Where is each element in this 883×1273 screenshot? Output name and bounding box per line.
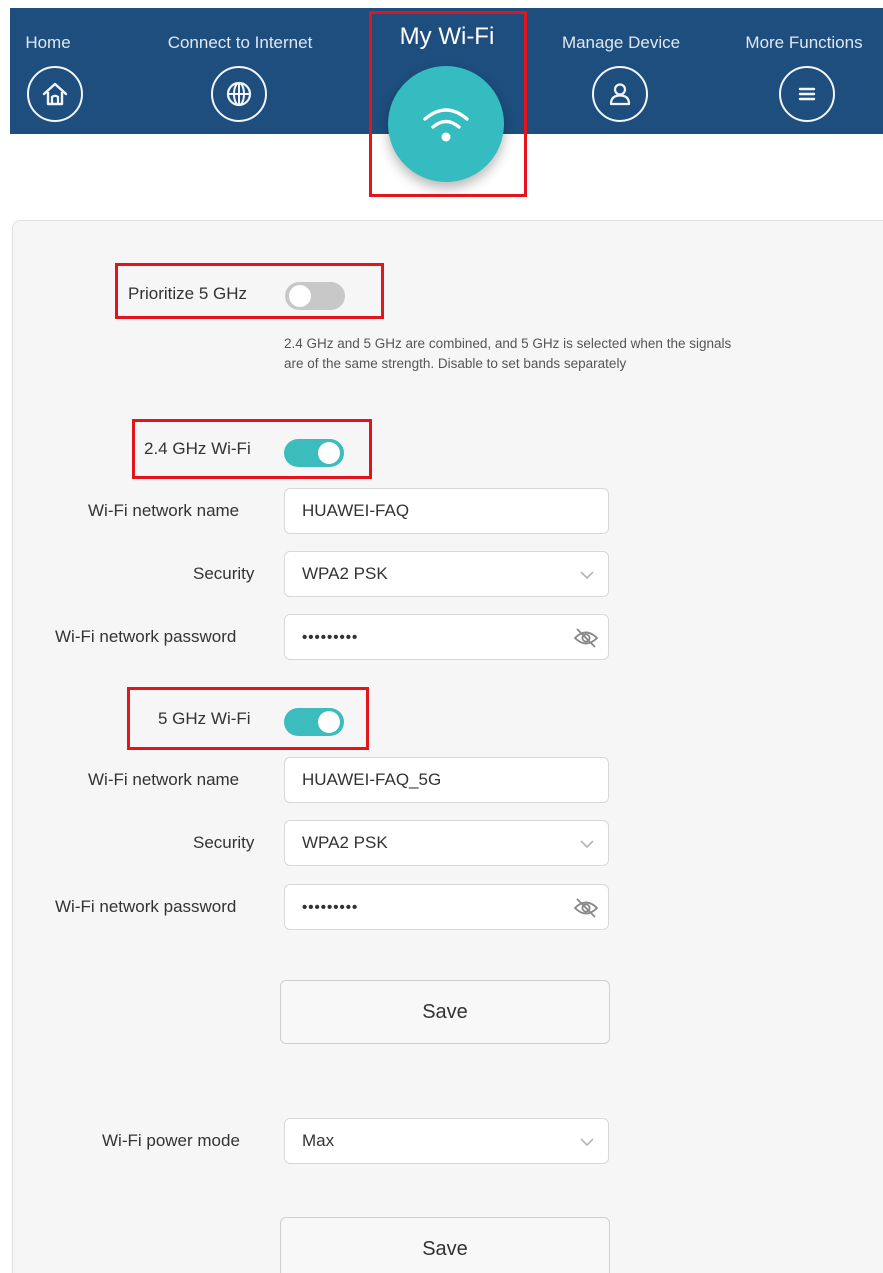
- band-24ghz-label: 2.4 GHz Wi-Fi: [144, 439, 251, 458]
- chevron-down-icon: [580, 840, 594, 849]
- network-name-label: Wi-Fi network name: [88, 770, 240, 789]
- password-24-input[interactable]: •••••••••: [284, 614, 609, 660]
- band-5ghz-toggle[interactable]: [284, 708, 344, 736]
- home-icon: [27, 66, 83, 122]
- user-icon: [592, 66, 648, 122]
- security-5-select[interactable]: WPA2 PSK: [284, 820, 609, 866]
- network-name-label: Wi-Fi network name: [88, 501, 240, 520]
- nav-item-my-wifi[interactable]: My Wi-Fi: [382, 8, 512, 51]
- power-mode-label: Wi-Fi power mode: [102, 1131, 240, 1150]
- toggle-knob: [318, 711, 340, 733]
- security-24-value: WPA2 PSK: [302, 564, 388, 583]
- save-button[interactable]: Save: [280, 980, 610, 1044]
- security-5-value: WPA2 PSK: [302, 833, 388, 852]
- nav-item-connect-to-internet[interactable]: Connect to Internet: [150, 0, 330, 126]
- nav-item-more-functions[interactable]: More Functions: [735, 0, 873, 126]
- password-label: Wi-Fi network password: [55, 897, 237, 916]
- globe-icon: [211, 66, 267, 122]
- password-5-input[interactable]: •••••••••: [284, 884, 609, 930]
- password-24-value: •••••••••: [302, 628, 359, 646]
- prioritize-hint-text: 2.4 GHz and 5 GHz are combined, and 5 GH…: [284, 336, 732, 371]
- menu-icon: [779, 66, 835, 122]
- power-mode-value: Max: [302, 1131, 335, 1150]
- network-name-24-input[interactable]: HUAWEI-FAQ: [284, 488, 609, 534]
- nav-label-my-wifi: My Wi-Fi: [399, 23, 495, 50]
- prioritize-5ghz-toggle[interactable]: [285, 282, 345, 310]
- toggle-knob: [318, 442, 340, 464]
- security-24-select[interactable]: WPA2 PSK: [284, 551, 609, 597]
- band-24ghz-toggle[interactable]: [284, 439, 344, 467]
- nav-item-manage-device[interactable]: Manage Device: [550, 0, 692, 126]
- network-name-24-value: HUAWEI-FAQ: [302, 501, 410, 520]
- nav-label-more: More Functions: [745, 33, 863, 52]
- nav-item-home[interactable]: Home: [8, 0, 88, 126]
- nav-label-home: Home: [25, 33, 71, 52]
- band-5ghz-label: 5 GHz Wi-Fi: [158, 709, 251, 728]
- nav-label-connect: Connect to Internet: [167, 33, 313, 52]
- network-name-5-value: HUAWEI-FAQ_5G: [302, 770, 442, 789]
- save-power-button[interactable]: Save: [280, 1217, 610, 1273]
- password-5-value: •••••••••: [302, 898, 359, 916]
- security-label: Security: [193, 564, 255, 583]
- prioritize-5ghz-label: Prioritize 5 GHz: [128, 284, 248, 303]
- chevron-down-icon: [580, 571, 594, 580]
- power-mode-select[interactable]: Max: [284, 1118, 609, 1164]
- password-label: Wi-Fi network password: [55, 627, 237, 646]
- eye-hidden-icon[interactable]: [572, 625, 600, 651]
- network-name-5-input[interactable]: HUAWEI-FAQ_5G: [284, 757, 609, 803]
- toggle-knob: [289, 285, 311, 307]
- nav-label-manage: Manage Device: [561, 33, 681, 52]
- settings-panel: [12, 220, 883, 1273]
- wifi-icon[interactable]: [388, 66, 504, 182]
- security-label: Security: [193, 833, 255, 852]
- eye-hidden-icon[interactable]: [572, 895, 600, 921]
- chevron-down-icon: [580, 1138, 594, 1147]
